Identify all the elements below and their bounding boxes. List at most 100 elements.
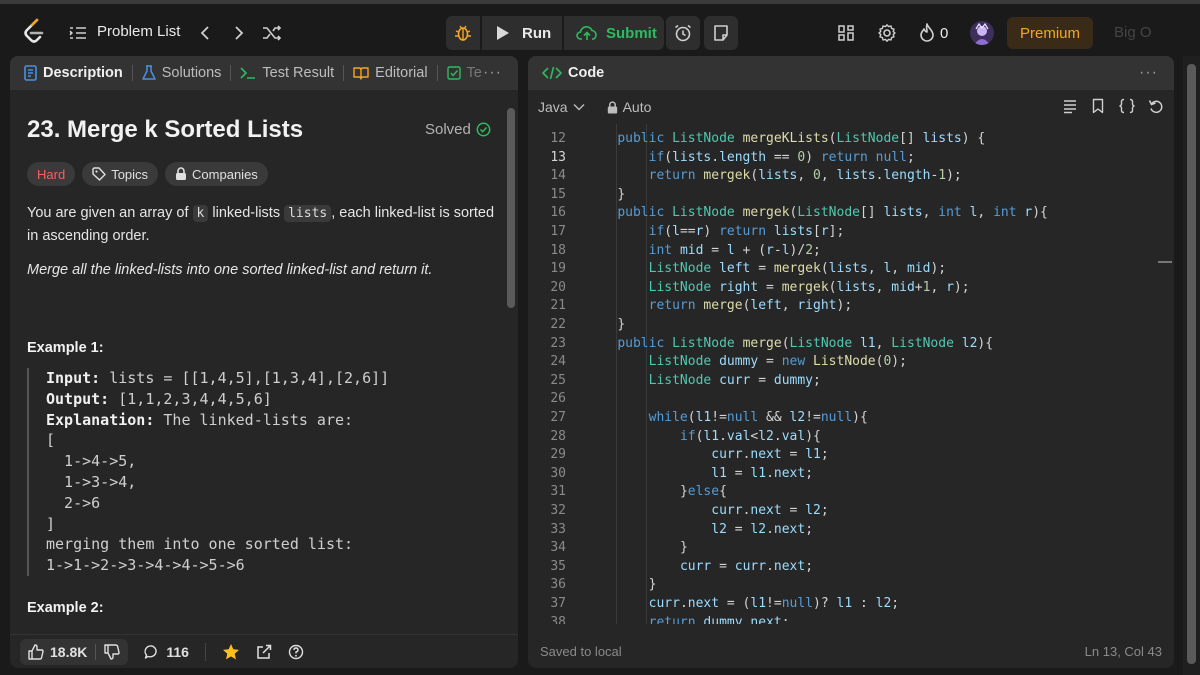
problem-list-icon[interactable] xyxy=(68,23,88,43)
code-line[interactable]: 25 ListNode curr = dummy; xyxy=(528,372,1158,391)
tab-divider xyxy=(230,65,232,81)
code-line[interactable]: 12 public ListNode mergeKLists(ListNode[]… xyxy=(528,130,1158,149)
notes-button[interactable] xyxy=(704,16,738,50)
code-token: curr xyxy=(711,503,743,518)
code-line[interactable]: 24 ListNode dummy = new ListNode(0); xyxy=(528,353,1158,372)
dislike-button[interactable] xyxy=(96,643,128,660)
code-line[interactable]: 22} xyxy=(528,316,1158,335)
code-token: } xyxy=(679,540,688,556)
code-line[interactable]: 26 xyxy=(528,390,1158,409)
code-token: if xyxy=(679,428,696,444)
gear-icon[interactable] xyxy=(877,23,897,43)
code-line[interactable]: 21 return merge(left, right); xyxy=(528,297,1158,316)
code-token: curr xyxy=(711,447,743,463)
share-button[interactable] xyxy=(256,644,272,660)
page-scrollbar[interactable] xyxy=(1183,56,1200,675)
code-token: ( xyxy=(687,410,696,425)
code-line[interactable]: 16 public ListNode mergek(ListNode[] list… xyxy=(528,204,1158,223)
code-token: l1 xyxy=(703,428,720,444)
scrollbar-thumb[interactable] xyxy=(507,108,515,308)
code-token: dummy xyxy=(773,372,814,388)
code-token: return null xyxy=(820,149,907,165)
like-button[interactable]: 18.8K xyxy=(20,644,95,660)
bookmark-icon[interactable] xyxy=(1090,98,1106,114)
debug-button[interactable] xyxy=(446,16,480,50)
code-line[interactable]: 30 l1 = l1.next; xyxy=(528,465,1158,484)
language-select[interactable]: Java xyxy=(538,99,585,115)
top-bar: Problem List Run Submit 0 Premium Big O xyxy=(0,0,1200,56)
code-text: l2 = l2.next; xyxy=(711,521,813,540)
run-button[interactable]: Run xyxy=(482,16,562,50)
code-token: , xyxy=(820,168,837,184)
code-token: + xyxy=(914,279,923,295)
explanation-line: 1->4->5, xyxy=(46,452,137,471)
code-line[interactable]: 38 return dummy.next; xyxy=(528,614,1158,624)
layout-grid-icon[interactable] xyxy=(836,23,856,43)
code-token: ListNode xyxy=(672,335,743,351)
code-token: while xyxy=(648,410,688,425)
favorite-button[interactable] xyxy=(222,643,240,661)
page-scrollbar-thumb[interactable] xyxy=(1187,64,1196,664)
code-token: lists xyxy=(828,261,868,277)
avatar[interactable] xyxy=(970,21,994,45)
topics-button[interactable]: Topics xyxy=(82,162,159,186)
submit-button[interactable]: Submit xyxy=(564,16,664,50)
code-token: , xyxy=(930,279,947,295)
chevron-left-icon[interactable] xyxy=(196,22,214,44)
tab-code[interactable]: Code xyxy=(542,65,604,81)
code-line[interactable]: 17 if(l==r) return lists[r]; xyxy=(528,223,1158,242)
problem-list-button[interactable]: Problem List xyxy=(97,23,180,40)
format-lines-icon[interactable] xyxy=(1062,98,1078,114)
timer-button[interactable] xyxy=(666,16,700,50)
editor-scroll-marker[interactable] xyxy=(1158,261,1172,263)
chevron-right-icon[interactable] xyxy=(230,22,248,44)
code-line[interactable]: 36} xyxy=(528,576,1158,595)
tab-editorial[interactable]: Editorial xyxy=(353,65,428,81)
auto-mode-label: Auto xyxy=(622,99,652,115)
fire-streak-icon[interactable] xyxy=(918,22,936,44)
shuffle-icon[interactable] xyxy=(261,22,283,44)
description-scrollbar[interactable] xyxy=(504,104,518,642)
code-token: } xyxy=(679,484,688,500)
code-line[interactable]: 37 curr.next = (l1!=null)? l1 : l2; xyxy=(528,595,1158,614)
code-line[interactable]: 33 l2 = l2.next; xyxy=(528,521,1158,540)
curly-braces-icon[interactable] xyxy=(1118,98,1136,114)
reset-icon[interactable] xyxy=(1148,98,1164,114)
code-token: ); xyxy=(891,354,907,370)
tab-test-result[interactable]: Test Result xyxy=(240,65,334,81)
code-line[interactable]: 31}else{ xyxy=(528,483,1158,502)
code-line[interactable]: 23 public ListNode merge(ListNode l1, Lis… xyxy=(528,335,1158,354)
companies-button[interactable]: Companies xyxy=(165,162,268,186)
code-line[interactable]: 35 curr = curr.next; xyxy=(528,558,1158,577)
problem-title[interactable]: 23. Merge k Sorted Lists xyxy=(27,116,303,144)
code-line[interactable]: 18 int mid = l + (r-l)/2; xyxy=(528,242,1158,261)
code-editor[interactable]: 12 public ListNode mergeKLists(ListNode[]… xyxy=(528,124,1174,624)
code-line[interactable]: 27 while(l1!=null && l2!=null){ xyxy=(528,409,1158,428)
code-token: return xyxy=(648,168,704,184)
code-line[interactable]: 19 ListNode left = mergek(lists, l, mid); xyxy=(528,260,1158,279)
tab-testcase[interactable]: Te xyxy=(446,65,482,81)
premium-button[interactable]: Premium xyxy=(1007,17,1093,49)
code-line[interactable]: 34} xyxy=(528,539,1158,558)
code-line[interactable]: 20 ListNode right = mergek(lists, mid+1, … xyxy=(528,279,1158,298)
code-token: 2 xyxy=(805,242,814,258)
code-line[interactable]: 29 curr.next = l1; xyxy=(528,446,1158,465)
code-token: ; xyxy=(805,465,814,481)
auto-mode-toggle[interactable]: Auto xyxy=(607,99,652,115)
code-brackets-icon xyxy=(542,66,562,80)
tab-description[interactable]: Description xyxy=(24,65,123,81)
play-icon xyxy=(496,25,510,41)
comments-button[interactable]: 116 xyxy=(144,644,189,660)
leetcode-logo-icon[interactable] xyxy=(22,18,46,44)
code-line[interactable]: 14 return mergek(lists, 0, lists.length-1… xyxy=(528,167,1158,186)
code-line[interactable]: 15} xyxy=(528,186,1158,205)
code-line[interactable]: 32 curr.next = l2; xyxy=(528,502,1158,521)
more-options-icon[interactable]: ··· xyxy=(483,64,502,82)
line-number: 21 xyxy=(550,298,566,314)
tab-solutions[interactable]: Solutions xyxy=(142,65,221,81)
code-line[interactable]: 28 if(l1.val<l2.val){ xyxy=(528,428,1158,447)
help-button[interactable] xyxy=(288,644,304,660)
code-line[interactable]: 13 if(lists.length == 0) return null; xyxy=(528,149,1158,168)
code-token: )/ xyxy=(789,242,806,258)
more-options-icon[interactable]: ··· xyxy=(1139,64,1158,82)
